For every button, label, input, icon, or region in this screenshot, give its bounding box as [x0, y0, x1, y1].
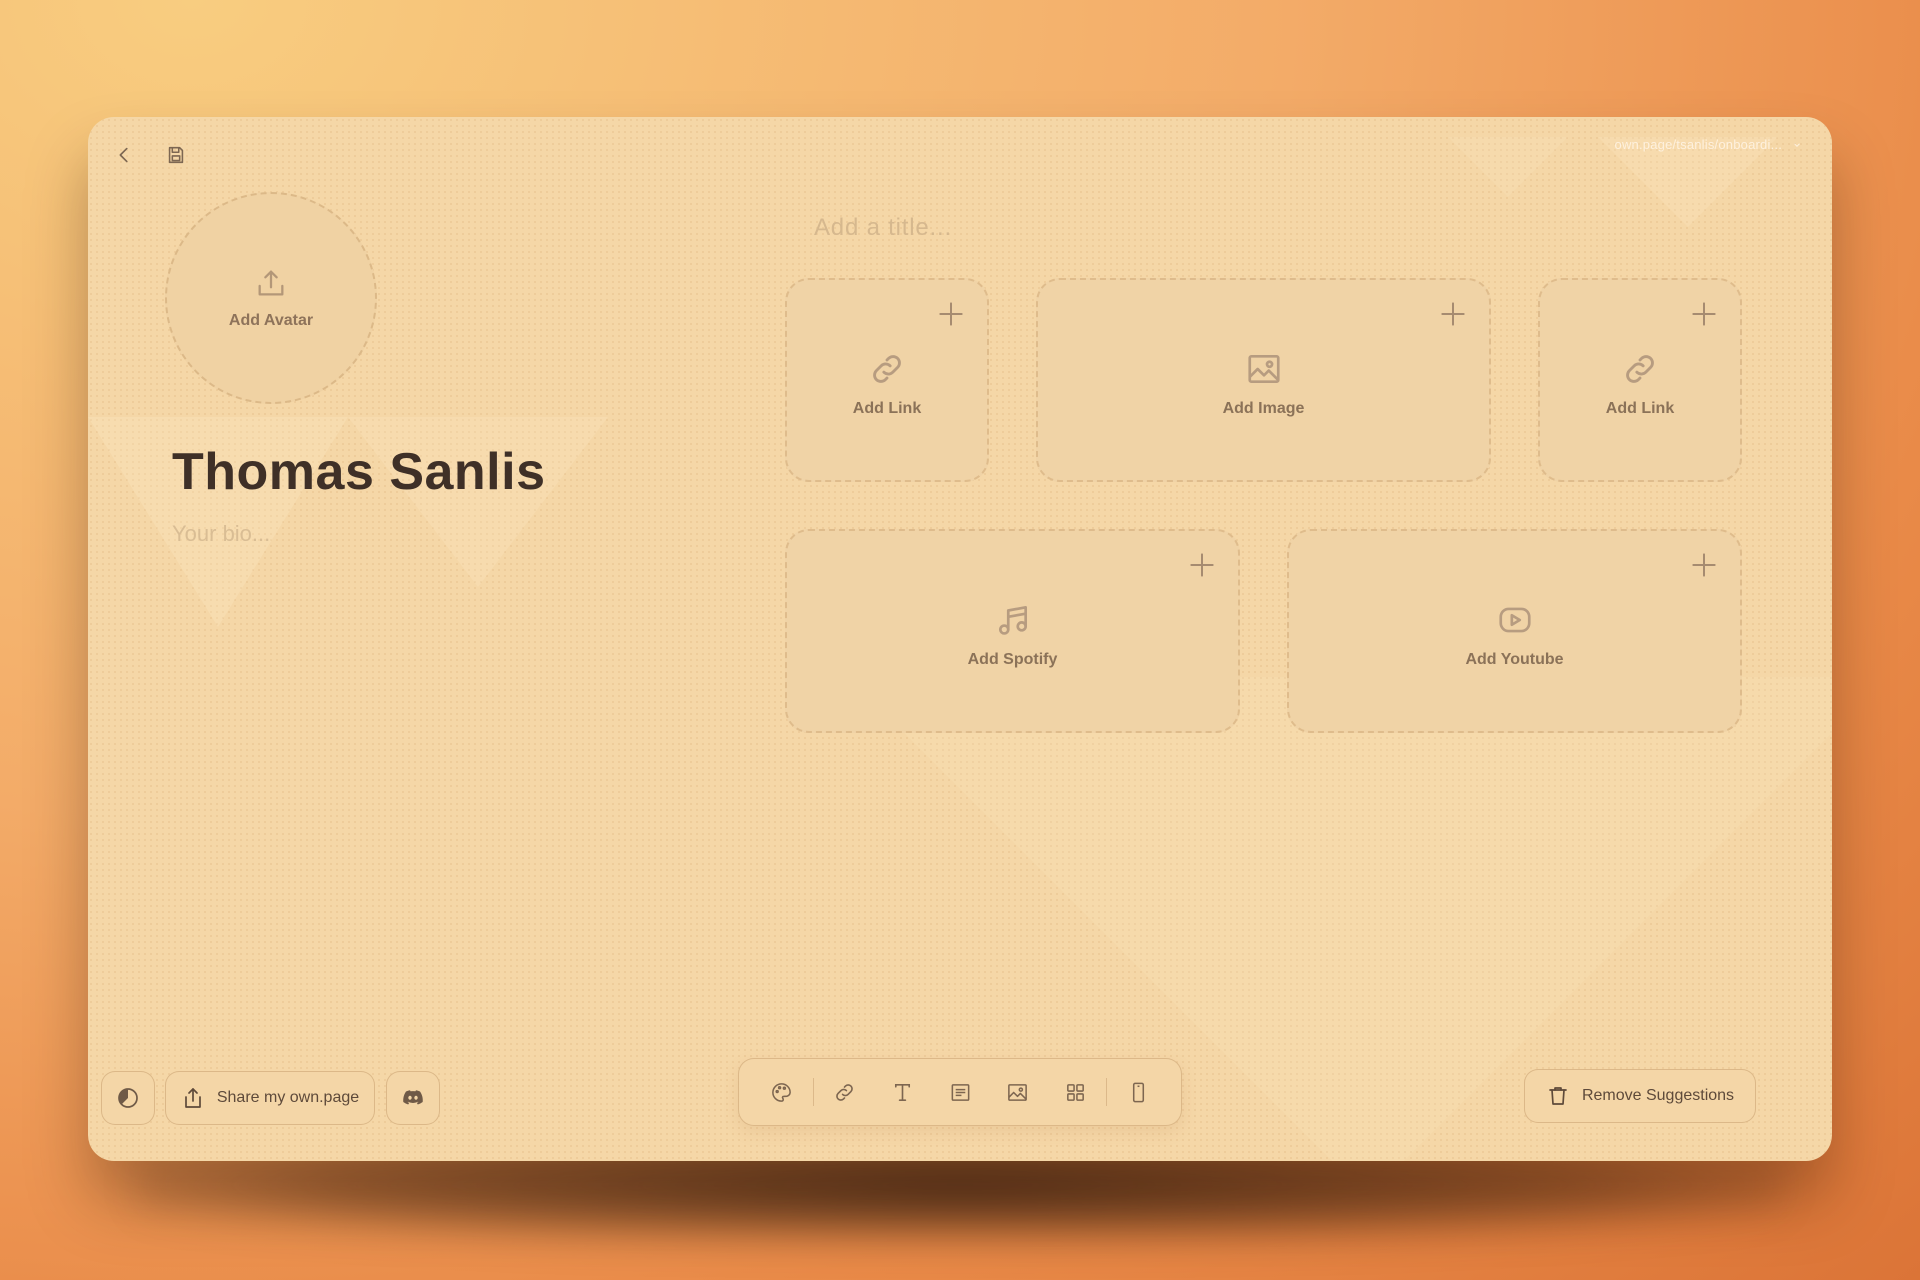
url-selector[interactable]: own.page/tsanlis/onboardi...: [1615, 137, 1802, 152]
chevron-left-icon: [119, 147, 128, 163]
add-grid-tool[interactable]: [1046, 1066, 1104, 1118]
add-youtube-card[interactable]: Add Youtube: [1287, 529, 1742, 733]
save-icon: [168, 146, 184, 164]
add-link-card[interactable]: Add Link: [785, 278, 989, 482]
paragraph-icon: [951, 1083, 969, 1101]
discord-button[interactable]: [386, 1071, 440, 1125]
card-label: Add Link: [1605, 400, 1675, 417]
add-avatar-label: Add Avatar: [228, 312, 314, 329]
share-button[interactable]: Share my own.page: [165, 1071, 375, 1125]
mobile-icon: [1132, 1082, 1144, 1102]
trash-icon: [1549, 1087, 1567, 1105]
upload-icon: [258, 270, 284, 296]
card-label: Add Youtube: [1465, 651, 1564, 668]
plus-icon[interactable]: [1186, 549, 1218, 581]
chevron-down-icon: [1794, 142, 1800, 147]
block-toolbar: [738, 1058, 1182, 1126]
toolbar-divider: [1106, 1078, 1108, 1106]
plus-icon[interactable]: [1688, 549, 1720, 581]
bio-input[interactable]: Your bio...: [172, 521, 270, 547]
decor-triangle: [1448, 137, 1568, 197]
add-spotify-card[interactable]: Add Spotify: [785, 529, 1240, 733]
back-button[interactable]: [106, 137, 142, 173]
image-icon: [1247, 354, 1280, 384]
text-icon: [894, 1083, 910, 1101]
mobile-preview-tool[interactable]: [1109, 1066, 1167, 1118]
plus-icon[interactable]: [1437, 298, 1469, 330]
card-label: Add Spotify: [967, 651, 1058, 668]
plus-icon[interactable]: [1688, 298, 1720, 330]
discord-icon: [403, 1090, 423, 1105]
card-label: Add Image: [1222, 400, 1305, 417]
card-label: Add Link: [852, 400, 922, 417]
link-icon: [836, 1083, 854, 1101]
palette-icon: [772, 1082, 792, 1102]
theme-tool[interactable]: [753, 1066, 811, 1118]
plus-icon[interactable]: [935, 298, 967, 330]
remove-suggestions-button[interactable]: Remove Suggestions: [1524, 1069, 1756, 1123]
share-label: Share my own.page: [216, 1089, 360, 1106]
music-icon: [998, 605, 1027, 635]
link-icon: [1626, 355, 1654, 383]
link-icon: [873, 355, 901, 383]
grid-icon: [1066, 1083, 1084, 1101]
theme-button[interactable]: [101, 1071, 155, 1125]
profile-name[interactable]: Thomas Sanlis: [172, 442, 546, 502]
share-icon: [184, 1088, 201, 1108]
url-text: own.page/tsanlis/onboardi...: [1614, 137, 1782, 152]
add-note-tool[interactable]: [931, 1066, 989, 1118]
title-input[interactable]: [812, 213, 1336, 243]
add-image-card[interactable]: Add Image: [1036, 278, 1491, 482]
half-moon-icon: [118, 1088, 138, 1108]
add-image-tool[interactable]: [989, 1066, 1047, 1118]
add-text-tool[interactable]: [874, 1066, 932, 1118]
image-icon: [1008, 1083, 1028, 1101]
editor-window: own.page/tsanlis/onboardi... Add Avatar …: [88, 117, 1832, 1161]
youtube-icon: [1498, 607, 1531, 633]
remove-suggestions-label: Remove Suggestions: [1581, 1087, 1735, 1104]
save-button[interactable]: [158, 137, 194, 173]
add-avatar-button[interactable]: Add Avatar: [165, 192, 377, 404]
add-link-tool[interactable]: [816, 1066, 874, 1118]
toolbar-divider: [812, 1078, 815, 1106]
add-link-card[interactable]: Add Link: [1538, 278, 1742, 482]
